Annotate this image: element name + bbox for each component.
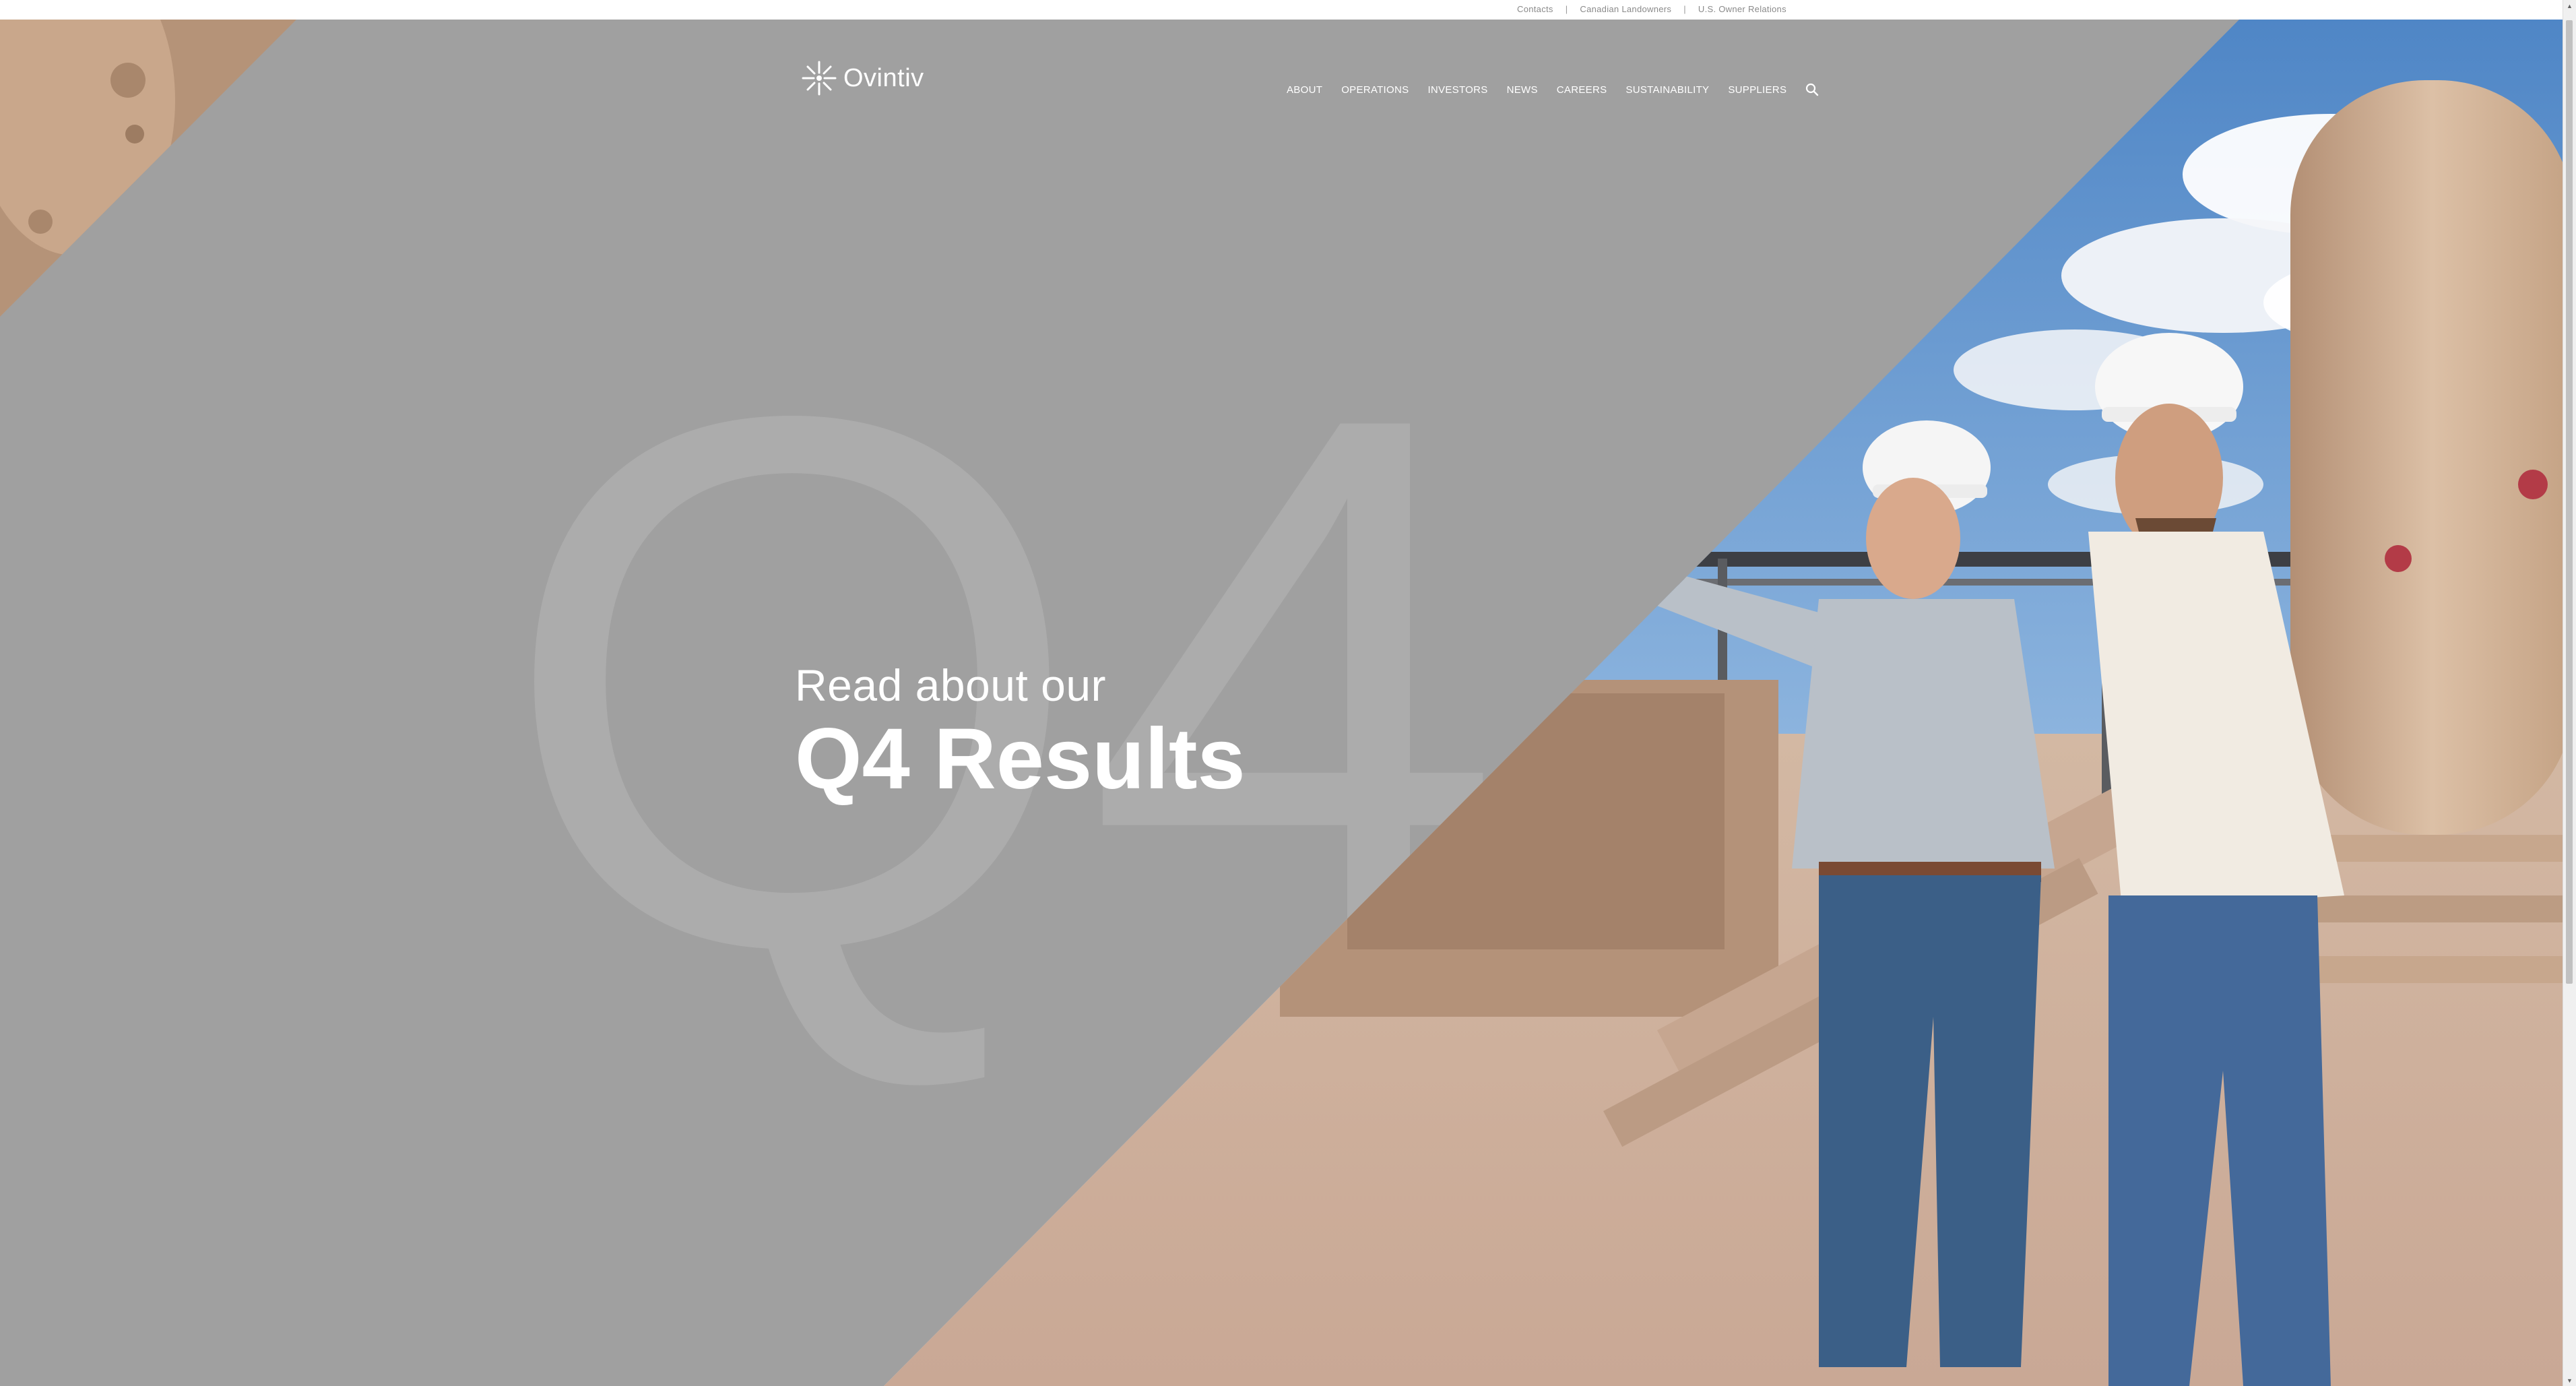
page-scrollbar[interactable]: ▲ ▼: [2563, 0, 2576, 1386]
hero-banner: Q4 Ovintiv ABOUT OPERATIONS INVESTORS NE…: [0, 20, 2563, 1386]
brand-logo[interactable]: Ovintiv: [800, 59, 924, 97]
utility-separator: |: [1565, 4, 1568, 14]
utility-link-canadian-landowners[interactable]: Canadian Landowners: [1580, 4, 1671, 14]
nav-item-operations[interactable]: OPERATIONS: [1341, 84, 1409, 96]
page: Contacts | Canadian Landowners | U.S. Ow…: [0, 0, 2576, 1386]
scroll-up-arrow-icon[interactable]: ▲: [2563, 0, 2576, 11]
hero-headline[interactable]: Read about our Q4 Results: [795, 663, 1246, 805]
nav-item-news[interactable]: NEWS: [1507, 84, 1538, 96]
utility-bar: Contacts | Canadian Landowners | U.S. Ow…: [0, 0, 2563, 20]
nav-item-suppliers[interactable]: SUPPLIERS: [1728, 84, 1786, 96]
scroll-thumb[interactable]: [2566, 20, 2573, 984]
hero-subheading: Read about our: [795, 660, 1107, 710]
brand-name: Ovintiv: [843, 63, 924, 92]
hero-background: Q4: [0, 20, 2563, 1386]
search-icon: [1806, 83, 1819, 96]
utility-links: Contacts | Canadian Landowners | U.S. Ow…: [1517, 4, 1786, 14]
ovintiv-star-icon: [802, 61, 837, 96]
nav-item-careers[interactable]: CAREERS: [1557, 84, 1607, 96]
nav-item-sustainability[interactable]: SUSTAINABILITY: [1625, 84, 1709, 96]
nav-item-about[interactable]: ABOUT: [1287, 84, 1322, 96]
utility-separator: |: [1683, 4, 1686, 14]
utility-link-us-owner-relations[interactable]: U.S. Owner Relations: [1698, 4, 1786, 14]
hero-heading: Q4 Results: [795, 711, 1246, 807]
nav-item-investors[interactable]: INVESTORS: [1427, 84, 1487, 96]
search-button[interactable]: [1805, 83, 1819, 96]
corner-photo: [0, 20, 296, 317]
main-nav: ABOUT OPERATIONS INVESTORS NEWS CAREERS …: [1287, 83, 1819, 96]
utility-link-contacts[interactable]: Contacts: [1517, 4, 1553, 14]
scroll-down-arrow-icon[interactable]: ▼: [2563, 1375, 2576, 1386]
